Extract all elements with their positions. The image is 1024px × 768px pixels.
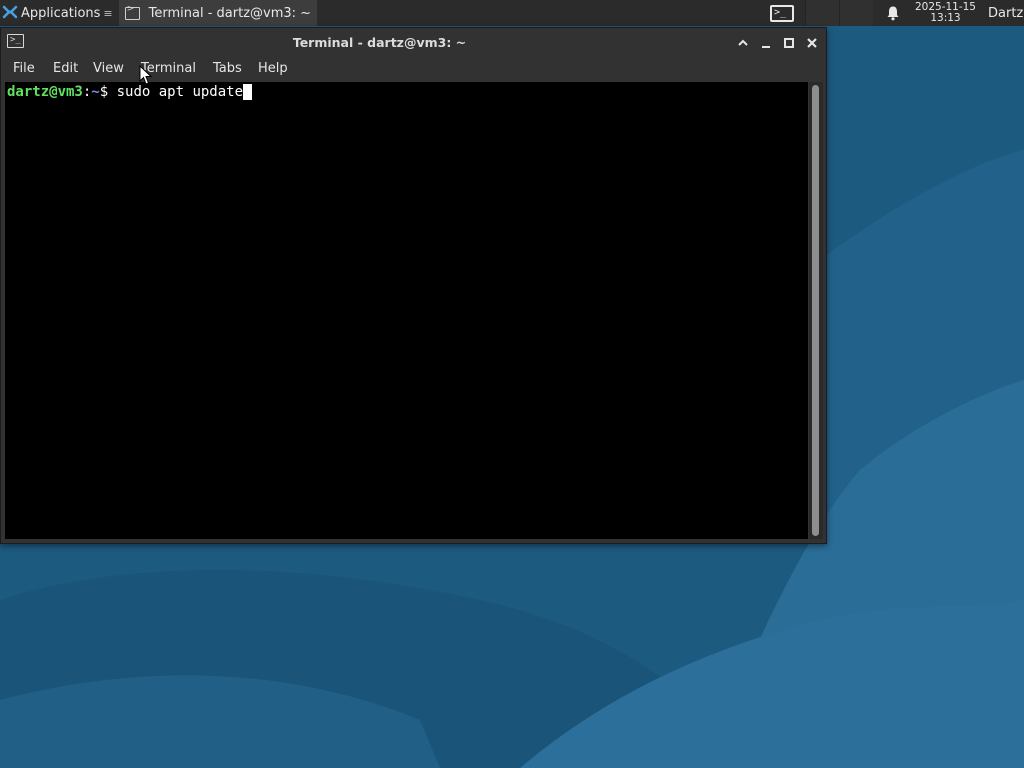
prompt-user-host: dartz@vm3	[7, 84, 83, 100]
menu-edit[interactable]: Edit	[53, 60, 78, 78]
workspace-2[interactable]	[838, 0, 873, 26]
menubar: File Edit View Terminal Tabs Help	[1, 58, 826, 80]
workspace-1[interactable]	[804, 0, 839, 26]
menu-view[interactable]: View	[93, 60, 124, 78]
workspace-switcher	[804, 0, 873, 26]
menu-help[interactable]: Help	[258, 60, 288, 78]
scrollbar-thumb[interactable]	[812, 85, 819, 536]
applications-menu-button[interactable]: Applications ≡	[0, 0, 117, 26]
xfce-logo-icon	[2, 5, 18, 19]
terminal-launcher-button[interactable]: >_	[767, 1, 797, 25]
menu-tabs[interactable]: Tabs	[213, 60, 242, 78]
bell-icon[interactable]	[885, 5, 901, 21]
clock-time: 13:13	[930, 12, 961, 24]
applications-label: Applications	[21, 5, 101, 21]
prompt-symbol: $	[99, 84, 117, 100]
prompt-path: ~	[91, 84, 100, 100]
clock[interactable]: 2025-11-15 13:13	[915, 2, 976, 24]
text-cursor	[243, 84, 253, 100]
terminal-scrollbar[interactable]	[809, 82, 823, 539]
terminal-command: sudo apt update	[116, 84, 244, 100]
menu-separator-icon: ≡	[103, 6, 113, 20]
top-panel: Applications ≡ Terminal - dartz@vm3: ~ >…	[0, 0, 1024, 26]
user-menu[interactable]: Dartz	[988, 6, 1024, 21]
taskbar-terminal-button[interactable]: Terminal - dartz@vm3: ~	[118, 0, 317, 26]
terminal-launcher-icon: >_	[769, 4, 794, 22]
menu-file[interactable]: File	[13, 60, 35, 78]
minimize-icon[interactable]	[758, 35, 774, 51]
terminal-output[interactable]: dartz@vm3:~$ sudo apt update	[5, 82, 808, 539]
terminal-prompt-line: dartz@vm3:~$ sudo apt update	[7, 84, 253, 100]
maximize-icon[interactable]	[781, 35, 797, 51]
desktop: Applications ≡ Terminal - dartz@vm3: ~ >…	[0, 0, 1024, 768]
close-icon[interactable]	[804, 35, 820, 51]
terminal-window: >_ Terminal - dartz@vm3: ~ File Edit Vie…	[0, 27, 827, 544]
taskbar-terminal-label: Terminal - dartz@vm3: ~	[148, 5, 312, 21]
window-titlebar[interactable]: >_ Terminal - dartz@vm3: ~	[1, 28, 826, 58]
mouse-pointer-icon	[139, 65, 153, 85]
shade-icon[interactable]	[735, 35, 751, 51]
window-title: Terminal - dartz@vm3: ~	[292, 35, 467, 50]
terminal-icon	[124, 4, 140, 20]
